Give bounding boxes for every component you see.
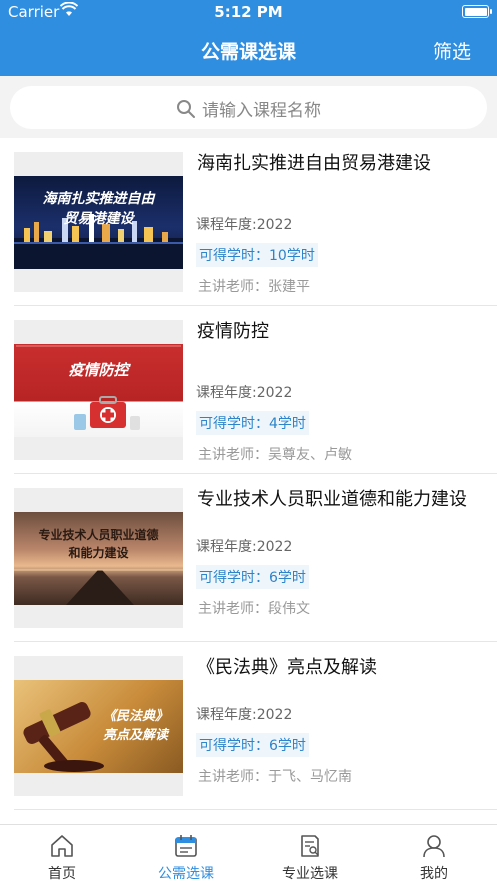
course-hours: 可得学时：6学时	[196, 733, 309, 757]
course-year: 课程年度:2022	[196, 707, 293, 723]
course-thumbnail: 疫情防控	[14, 320, 183, 460]
filter-button[interactable]: 筛选	[433, 37, 471, 64]
calendar-icon	[173, 833, 199, 859]
search-input[interactable]: 请输入课程名称	[10, 86, 487, 129]
search-placeholder: 请输入课程名称	[202, 101, 321, 121]
course-thumbnail: 专业技术人员职业道德 和能力建设	[14, 488, 183, 628]
course-year: 课程年度:2022	[196, 539, 293, 555]
course-title: 专业技术人员职业道德和能力建设	[197, 489, 467, 510]
search-area: 请输入课程名称	[0, 76, 497, 138]
person-icon	[421, 833, 447, 859]
course-hours: 可得学时：4学时	[196, 411, 309, 435]
home-icon	[49, 833, 75, 859]
course-item[interactable]: 海南扎实推进自由 贸易港建设 海南扎实推进自由贸易港建设 课程年度:2022 可…	[14, 138, 497, 306]
tab-label: 我的	[420, 866, 448, 882]
course-hours: 可得学时：10学时	[196, 243, 318, 267]
tab-professional-courses[interactable]: 专业选课	[248, 825, 372, 883]
tab-label: 专业选课	[282, 866, 338, 882]
thumbnail-caption: 海南扎实推进自由 贸易港建设	[42, 191, 155, 227]
tab-label: 公需选课	[158, 866, 214, 882]
thumbnail-caption: 疫情防控	[68, 361, 129, 379]
course-teacher: 主讲老师：于飞、马忆南	[198, 769, 352, 785]
tab-mine[interactable]: 我的	[372, 825, 496, 883]
tab-bar: 首页 公需选课 专业选课 我的	[0, 824, 497, 883]
course-title: 疫情防控	[197, 321, 269, 342]
search-icon	[176, 100, 202, 121]
nav-bar: 公需课选课 筛选	[0, 24, 497, 76]
course-thumbnail: 《民法典》 亮点及解读	[14, 656, 183, 796]
course-item[interactable]: 疫情防控 疫情防控 课程年度:2022 可得学时：4学时 主讲老师：吴尊友、卢敏	[14, 306, 497, 474]
battery-icon	[462, 5, 492, 18]
course-teacher: 主讲老师：吴尊友、卢敏	[198, 447, 352, 463]
course-year: 课程年度:2022	[196, 217, 293, 233]
course-list: 海南扎实推进自由 贸易港建设 海南扎实推进自由贸易港建设 课程年度:2022 可…	[0, 138, 497, 810]
document-search-icon	[297, 833, 323, 859]
course-thumbnail: 海南扎实推进自由 贸易港建设	[14, 152, 183, 292]
course-item[interactable]: 专业技术人员职业道德 和能力建设 专业技术人员职业道德和能力建设 课程年度:20…	[14, 474, 497, 642]
course-title: 海南扎实推进自由贸易港建设	[197, 153, 431, 174]
tab-public-courses[interactable]: 公需选课	[124, 825, 248, 883]
tab-label: 首页	[48, 866, 76, 882]
course-year: 课程年度:2022	[196, 385, 293, 401]
status-bar: Carrier 5:12 PM	[0, 0, 497, 24]
course-teacher: 主讲老师：张建平	[198, 279, 310, 295]
course-item[interactable]: 《民法典》 亮点及解读 《民法典》亮点及解读 课程年度:2022 可得学时：6学…	[14, 642, 497, 810]
course-title: 《民法典》亮点及解读	[197, 657, 377, 678]
thumbnail-caption: 《民法典》 亮点及解读	[102, 709, 168, 743]
course-hours: 可得学时：6学时	[196, 565, 309, 589]
thumbnail-caption: 专业技术人员职业道德 和能力建设	[38, 528, 159, 560]
status-time: 5:12 PM	[214, 3, 283, 21]
page-title: 公需课选课	[200, 41, 296, 63]
course-teacher: 主讲老师：段伟文	[198, 601, 310, 617]
tab-home[interactable]: 首页	[0, 825, 124, 883]
